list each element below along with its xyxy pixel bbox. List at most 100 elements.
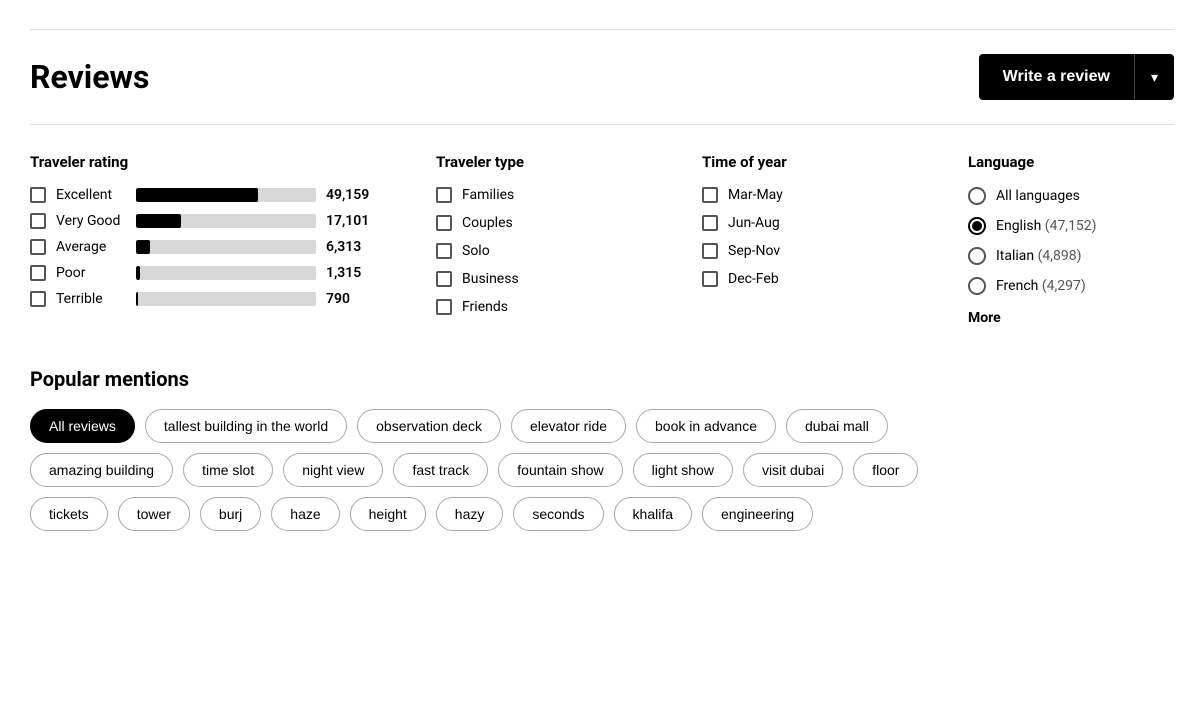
tag-button[interactable]: dubai mall xyxy=(786,409,888,443)
language-item[interactable]: All languages xyxy=(968,187,1174,205)
tag-button[interactable]: khalifa xyxy=(614,497,692,531)
rating-checkbox[interactable] xyxy=(30,291,46,307)
time-checkbox[interactable] xyxy=(702,271,718,287)
language-item[interactable]: Italian (4,898) xyxy=(968,247,1174,265)
traveler-type-item[interactable]: Couples xyxy=(436,215,642,231)
time-label: Dec-Feb xyxy=(728,271,779,287)
traveler-type-label: Couples xyxy=(462,215,513,231)
traveler-type-checkbox[interactable] xyxy=(436,187,452,203)
popular-mentions-title: Popular mentions xyxy=(30,367,1174,391)
traveler-type-items: Families Couples Solo Business Friends xyxy=(436,187,642,315)
rating-item[interactable]: Poor 1,315 xyxy=(30,265,376,281)
filters-row: Traveler rating Excellent 49,159 Very Go… xyxy=(30,153,1174,327)
language-radio[interactable] xyxy=(968,187,986,205)
rating-bar-fill xyxy=(136,188,258,202)
tags-row: amazing building time slot night view fast … xyxy=(30,453,1174,487)
language-count: (4,297) xyxy=(1042,278,1086,294)
tag-button[interactable]: tower xyxy=(118,497,190,531)
tag-button[interactable]: elevator ride xyxy=(511,409,626,443)
tag-button[interactable]: night view xyxy=(283,453,383,487)
language-section: Language All languages English (47,152) … xyxy=(968,153,1174,327)
language-count: (47,152) xyxy=(1045,218,1097,234)
tag-button[interactable]: tallest building in the world xyxy=(145,409,347,443)
time-item[interactable]: Mar-May xyxy=(702,187,908,203)
traveler-type-checkbox[interactable] xyxy=(436,299,452,315)
tag-button[interactable]: haze xyxy=(271,497,339,531)
reviews-header: Reviews Write a review ▾ xyxy=(30,54,1174,100)
language-item[interactable]: French (4,297) xyxy=(968,277,1174,295)
tag-button[interactable]: observation deck xyxy=(357,409,501,443)
tag-button[interactable]: visit dubai xyxy=(743,453,843,487)
write-review-group: Write a review ▾ xyxy=(979,54,1174,100)
rating-item[interactable]: Excellent 49,159 xyxy=(30,187,376,203)
rating-bar-fill xyxy=(136,292,138,306)
rating-label: Very Good xyxy=(56,213,126,229)
rating-count: 1,315 xyxy=(326,265,376,281)
page-title: Reviews xyxy=(30,58,149,96)
rating-checkbox[interactable] xyxy=(30,213,46,229)
time-item[interactable]: Jun-Aug xyxy=(702,215,908,231)
tag-button[interactable]: light show xyxy=(633,453,733,487)
time-items: Mar-May Jun-Aug Sep-Nov Dec-Feb xyxy=(702,187,908,287)
traveler-type-item[interactable]: Friends xyxy=(436,299,642,315)
rating-label: Average xyxy=(56,239,126,255)
language-more-link[interactable]: More xyxy=(968,310,1001,326)
traveler-type-label: Friends xyxy=(462,299,508,315)
rating-label: Terrible xyxy=(56,291,126,307)
tag-button[interactable]: floor xyxy=(853,453,918,487)
language-label: French (4,297) xyxy=(996,278,1086,294)
rating-checkbox[interactable] xyxy=(30,187,46,203)
language-label: All languages xyxy=(996,188,1080,204)
divider xyxy=(30,124,1174,125)
traveler-type-label: Solo xyxy=(462,243,490,259)
traveler-type-section: Traveler type Families Couples Solo Busi… xyxy=(436,153,642,327)
rating-item[interactable]: Average 6,313 xyxy=(30,239,376,255)
rating-item[interactable]: Terrible 790 xyxy=(30,291,376,307)
rating-bar xyxy=(136,266,316,280)
rating-bar xyxy=(136,188,316,202)
tags-row: tickets tower burj haze height hazy seconds kha… xyxy=(30,497,1174,531)
time-checkbox[interactable] xyxy=(702,187,718,203)
tag-button[interactable]: burj xyxy=(200,497,261,531)
tag-button[interactable]: hazy xyxy=(436,497,504,531)
write-review-dropdown-button[interactable]: ▾ xyxy=(1134,54,1174,100)
traveler-type-item[interactable]: Families xyxy=(436,187,642,203)
traveler-rating-heading: Traveler rating xyxy=(30,153,376,171)
write-review-button[interactable]: Write a review xyxy=(979,54,1134,100)
rating-bar xyxy=(136,214,316,228)
tag-button[interactable]: book in advance xyxy=(636,409,776,443)
language-radio[interactable] xyxy=(968,217,986,235)
popular-mentions-section: Popular mentions All reviews tallest buil… xyxy=(30,367,1174,531)
tag-button[interactable]: height xyxy=(350,497,426,531)
rating-checkbox[interactable] xyxy=(30,239,46,255)
tag-button[interactable]: tickets xyxy=(30,497,108,531)
time-label: Mar-May xyxy=(728,187,783,203)
tag-button[interactable]: seconds xyxy=(513,497,603,531)
time-checkbox[interactable] xyxy=(702,215,718,231)
tag-button[interactable]: time slot xyxy=(183,453,273,487)
time-checkbox[interactable] xyxy=(702,243,718,259)
traveler-type-checkbox[interactable] xyxy=(436,243,452,259)
time-label: Jun-Aug xyxy=(728,215,780,231)
language-item[interactable]: English (47,152) xyxy=(968,217,1174,235)
traveler-type-checkbox[interactable] xyxy=(436,271,452,287)
time-item[interactable]: Dec-Feb xyxy=(702,271,908,287)
tag-button[interactable]: fast track xyxy=(393,453,488,487)
rating-count: 49,159 xyxy=(326,187,376,203)
rating-count: 6,313 xyxy=(326,239,376,255)
traveler-type-item[interactable]: Solo xyxy=(436,243,642,259)
language-radio[interactable] xyxy=(968,277,986,295)
tag-button[interactable]: fountain show xyxy=(498,453,622,487)
traveler-type-item[interactable]: Business xyxy=(436,271,642,287)
tag-button[interactable]: amazing building xyxy=(30,453,173,487)
traveler-type-heading: Traveler type xyxy=(436,153,642,171)
tag-button[interactable]: engineering xyxy=(702,497,813,531)
language-radio[interactable] xyxy=(968,247,986,265)
rating-item[interactable]: Very Good 17,101 xyxy=(30,213,376,229)
time-item[interactable]: Sep-Nov xyxy=(702,243,908,259)
rating-items: Excellent 49,159 Very Good 17,101 Averag… xyxy=(30,187,376,307)
traveler-type-checkbox[interactable] xyxy=(436,215,452,231)
tag-button[interactable]: All reviews xyxy=(30,409,135,443)
rating-checkbox[interactable] xyxy=(30,265,46,281)
language-heading: Language xyxy=(968,153,1174,171)
